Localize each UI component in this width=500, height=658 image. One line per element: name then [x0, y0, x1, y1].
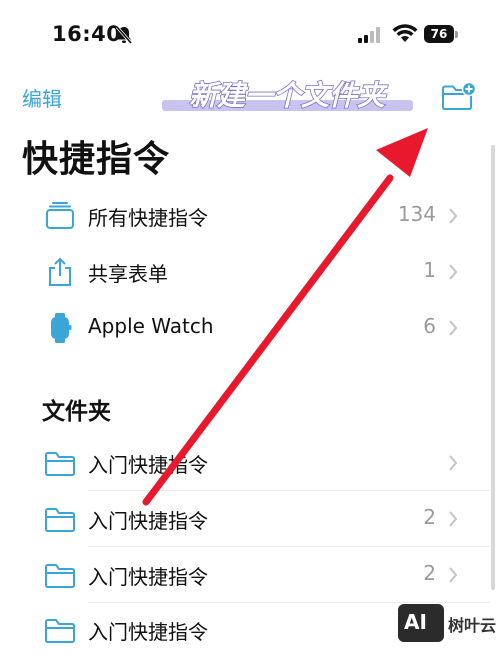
- folder-label: 入门快捷指令: [88, 565, 208, 589]
- annotation-banner: 新建一个文件夹: [162, 78, 413, 113]
- list-item-shared[interactable]: 共享表单 1: [0, 244, 490, 300]
- chevron-right-icon: [449, 264, 458, 280]
- list-item-apple-watch[interactable]: Apple Watch 6: [0, 300, 490, 356]
- folder-row[interactable]: 入门快捷指令: [0, 435, 490, 491]
- apple-watch-icon: [51, 313, 72, 343]
- chevron-right-icon: [449, 208, 458, 224]
- scroll-indicator[interactable]: [491, 145, 495, 590]
- folder-label: 入门快捷指令: [88, 620, 208, 644]
- chevron-right-icon: [449, 567, 458, 583]
- status-bar: 16:40 76: [0, 0, 500, 70]
- folder-row[interactable]: 入门快捷指令 2: [0, 547, 490, 603]
- folder-icon: [45, 452, 75, 476]
- chevron-right-icon: [449, 511, 458, 527]
- battery-level: 76: [424, 25, 454, 43]
- battery-icon: 76: [424, 25, 460, 43]
- watermark: AI 树叶云: [398, 604, 498, 644]
- folder-icon: [45, 564, 75, 588]
- list-item-label: Apple Watch: [88, 314, 214, 338]
- new-folder-button[interactable]: [440, 82, 476, 112]
- list-item-label: 所有快捷指令: [88, 206, 208, 230]
- watermark-logo: AI: [398, 604, 444, 642]
- folder-count: 2: [423, 505, 436, 529]
- wifi-icon: [392, 24, 418, 42]
- folder-label: 入门快捷指令: [88, 509, 208, 533]
- watermark-logo-text: AI: [404, 610, 427, 634]
- watermark-text: 树叶云: [448, 616, 497, 635]
- list-item-all-shortcuts[interactable]: 所有快捷指令 134: [0, 188, 490, 244]
- cellular-signal-icon: [358, 27, 380, 43]
- chevron-right-icon: [449, 455, 458, 471]
- share-icon: [49, 257, 71, 286]
- folder-plus-icon: [442, 82, 476, 110]
- bell-slash-icon: [115, 26, 133, 44]
- annotation-banner-text: 新建一个文件夹: [189, 79, 388, 112]
- folder-icon: [45, 508, 75, 532]
- list-item-count: 6: [423, 314, 436, 338]
- status-time: 16:40: [52, 22, 122, 46]
- folder-count: 2: [423, 561, 436, 585]
- page-title: 快捷指令: [22, 139, 171, 180]
- folder-label: 入门快捷指令: [88, 453, 208, 477]
- folder-icon: [45, 619, 75, 643]
- folders-section-title: 文件夹: [42, 399, 111, 425]
- nav-bar: 编辑 新建一个文件夹: [0, 70, 500, 120]
- folder-row[interactable]: 入门快捷指令 2: [0, 491, 490, 547]
- battery-tip: [455, 31, 458, 38]
- stack-icon: [46, 202, 74, 229]
- edit-button[interactable]: 编辑: [22, 83, 62, 112]
- list-item-count: 1: [423, 258, 436, 282]
- chevron-right-icon: [449, 320, 458, 336]
- list-item-label: 共享表单: [88, 262, 168, 286]
- list-item-count: 134: [397, 202, 436, 226]
